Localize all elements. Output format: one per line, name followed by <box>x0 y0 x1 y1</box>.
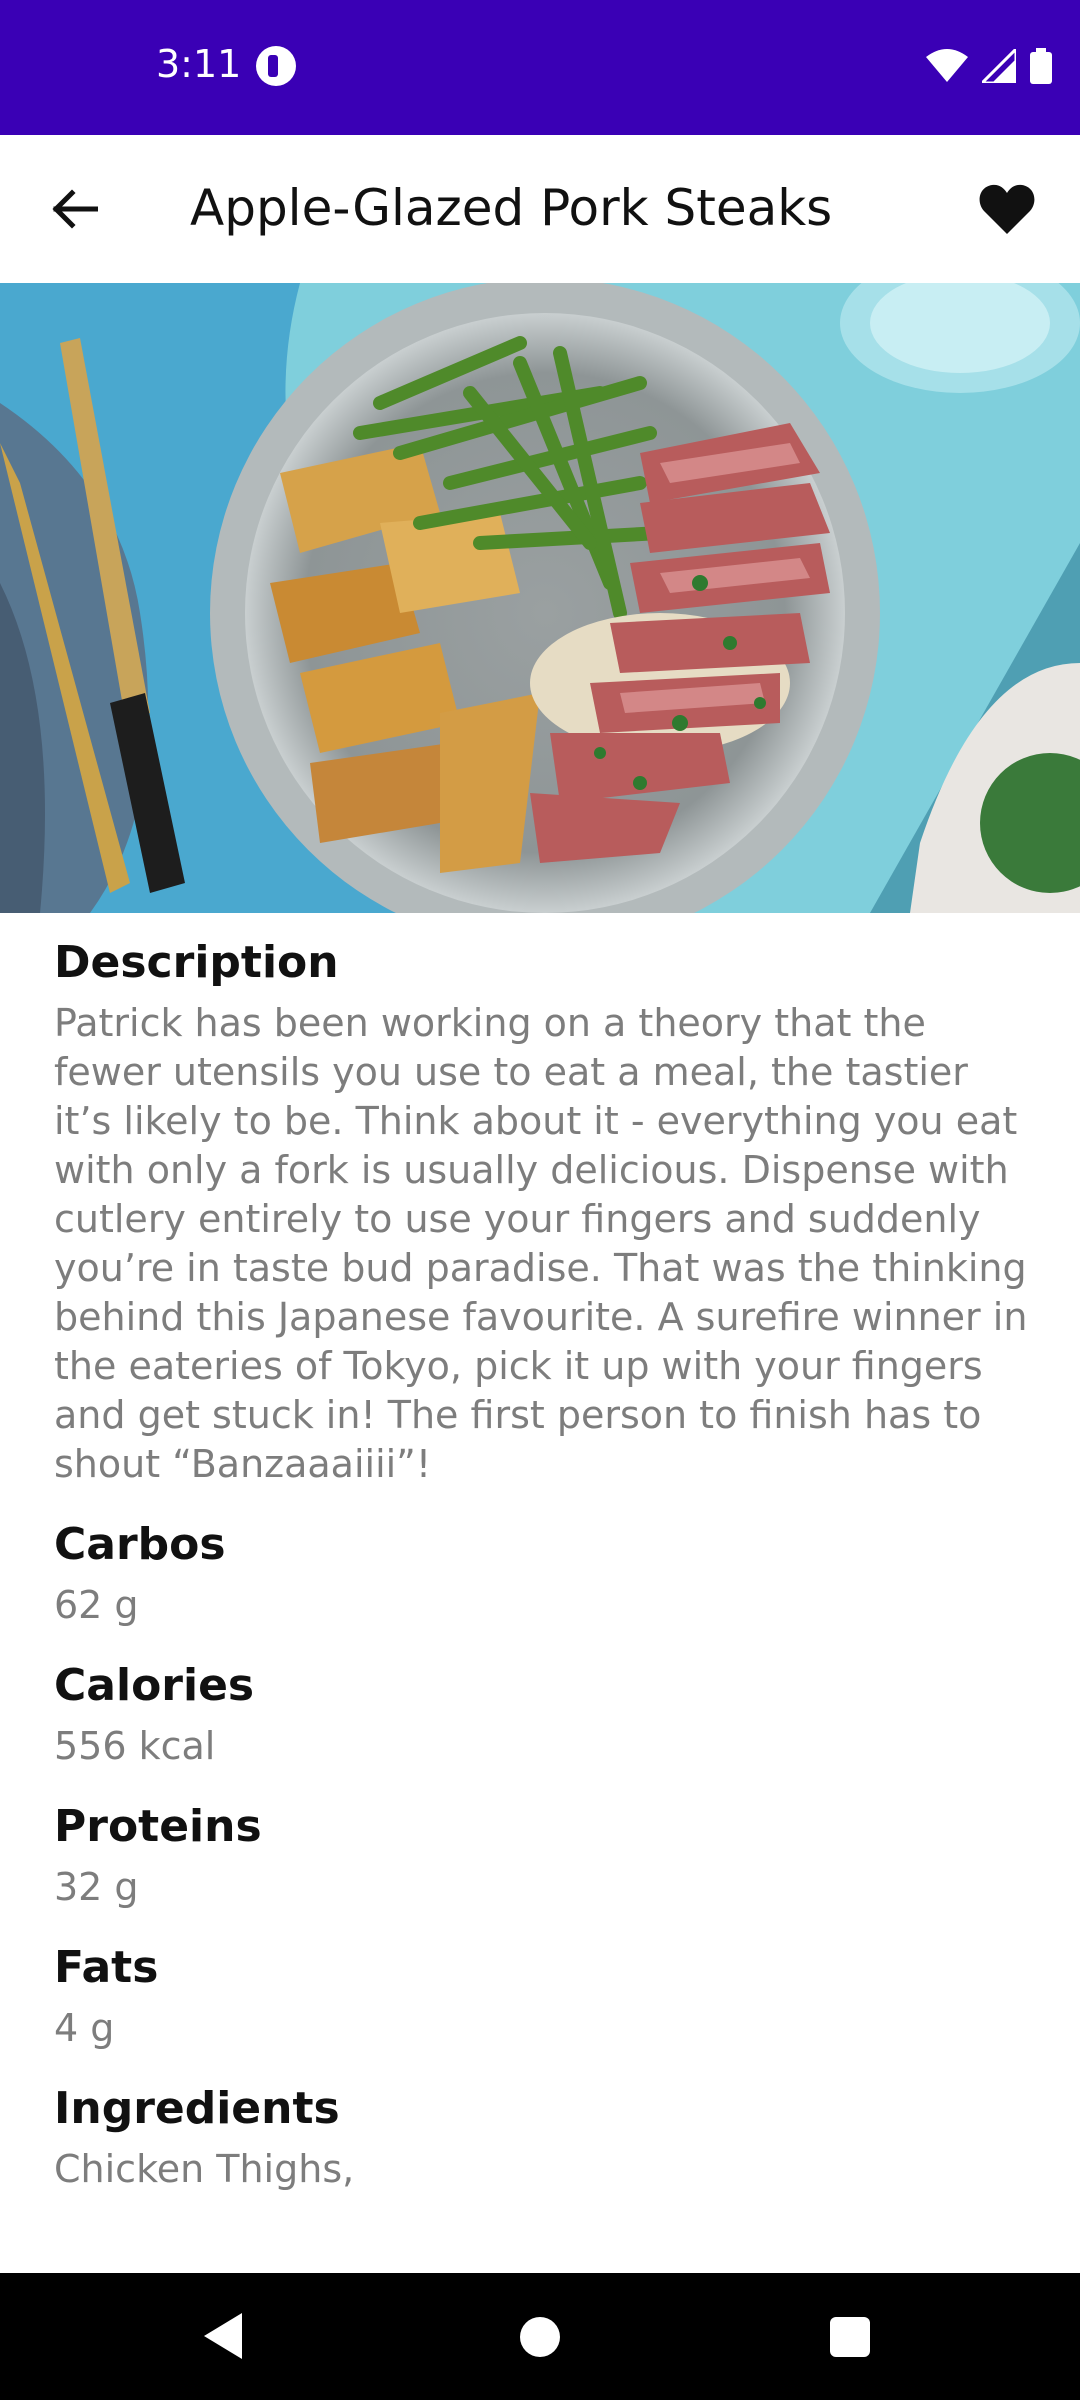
description-section: Description Patrick has been working on … <box>54 935 1034 1489</box>
page-title: Apple-Glazed Pork Steaks <box>190 179 833 237</box>
heart-icon <box>979 184 1035 234</box>
status-icons <box>926 48 1052 84</box>
carbos-section: Carbos 62 g <box>54 1517 1034 1630</box>
calories-value: 556 kcal <box>54 1724 216 1768</box>
proteins-value: 32 g <box>54 1865 139 1909</box>
fats-section: Fats 4 g <box>54 1940 1034 2053</box>
nav-recents-button[interactable] <box>830 2317 870 2357</box>
recipe-details: Description Patrick has been working on … <box>54 935 1034 2222</box>
description-text: Patrick has been working on a theory tha… <box>54 1001 1028 1486</box>
app-notification-icon <box>256 46 296 86</box>
proteins-section: Proteins 32 g <box>54 1799 1034 1912</box>
battery-icon <box>1030 48 1052 84</box>
system-navigation-bar <box>0 2273 1080 2400</box>
description-heading: Description <box>54 937 339 988</box>
recipe-photo <box>0 283 1080 913</box>
top-app-bar: Apple-Glazed Pork Steaks <box>0 135 1080 285</box>
nav-home-button[interactable] <box>520 2317 560 2357</box>
arrow-back-icon <box>52 189 98 229</box>
recipe-image <box>0 283 1080 913</box>
favorite-button[interactable] <box>974 179 1040 239</box>
ingredients-text: Chicken Thighs, <box>54 2147 355 2191</box>
carbos-heading: Carbos <box>54 1519 226 1570</box>
status-bar: 3:11 <box>0 0 1080 135</box>
calories-section: Calories 556 kcal <box>54 1658 1034 1771</box>
fats-value: 4 g <box>54 2006 115 2050</box>
ingredients-heading: Ingredients <box>54 2083 340 2134</box>
ingredients-section: Ingredients Chicken Thighs, <box>54 2081 1034 2194</box>
fats-heading: Fats <box>54 1942 159 1993</box>
calories-heading: Calories <box>54 1660 255 1711</box>
status-time: 3:11 <box>156 42 242 86</box>
wifi-icon <box>926 49 968 82</box>
carbos-value: 62 g <box>54 1583 139 1627</box>
back-button[interactable] <box>44 179 104 239</box>
signal-icon <box>982 49 1016 83</box>
nav-back-button[interactable] <box>204 2313 244 2359</box>
proteins-heading: Proteins <box>54 1801 262 1852</box>
